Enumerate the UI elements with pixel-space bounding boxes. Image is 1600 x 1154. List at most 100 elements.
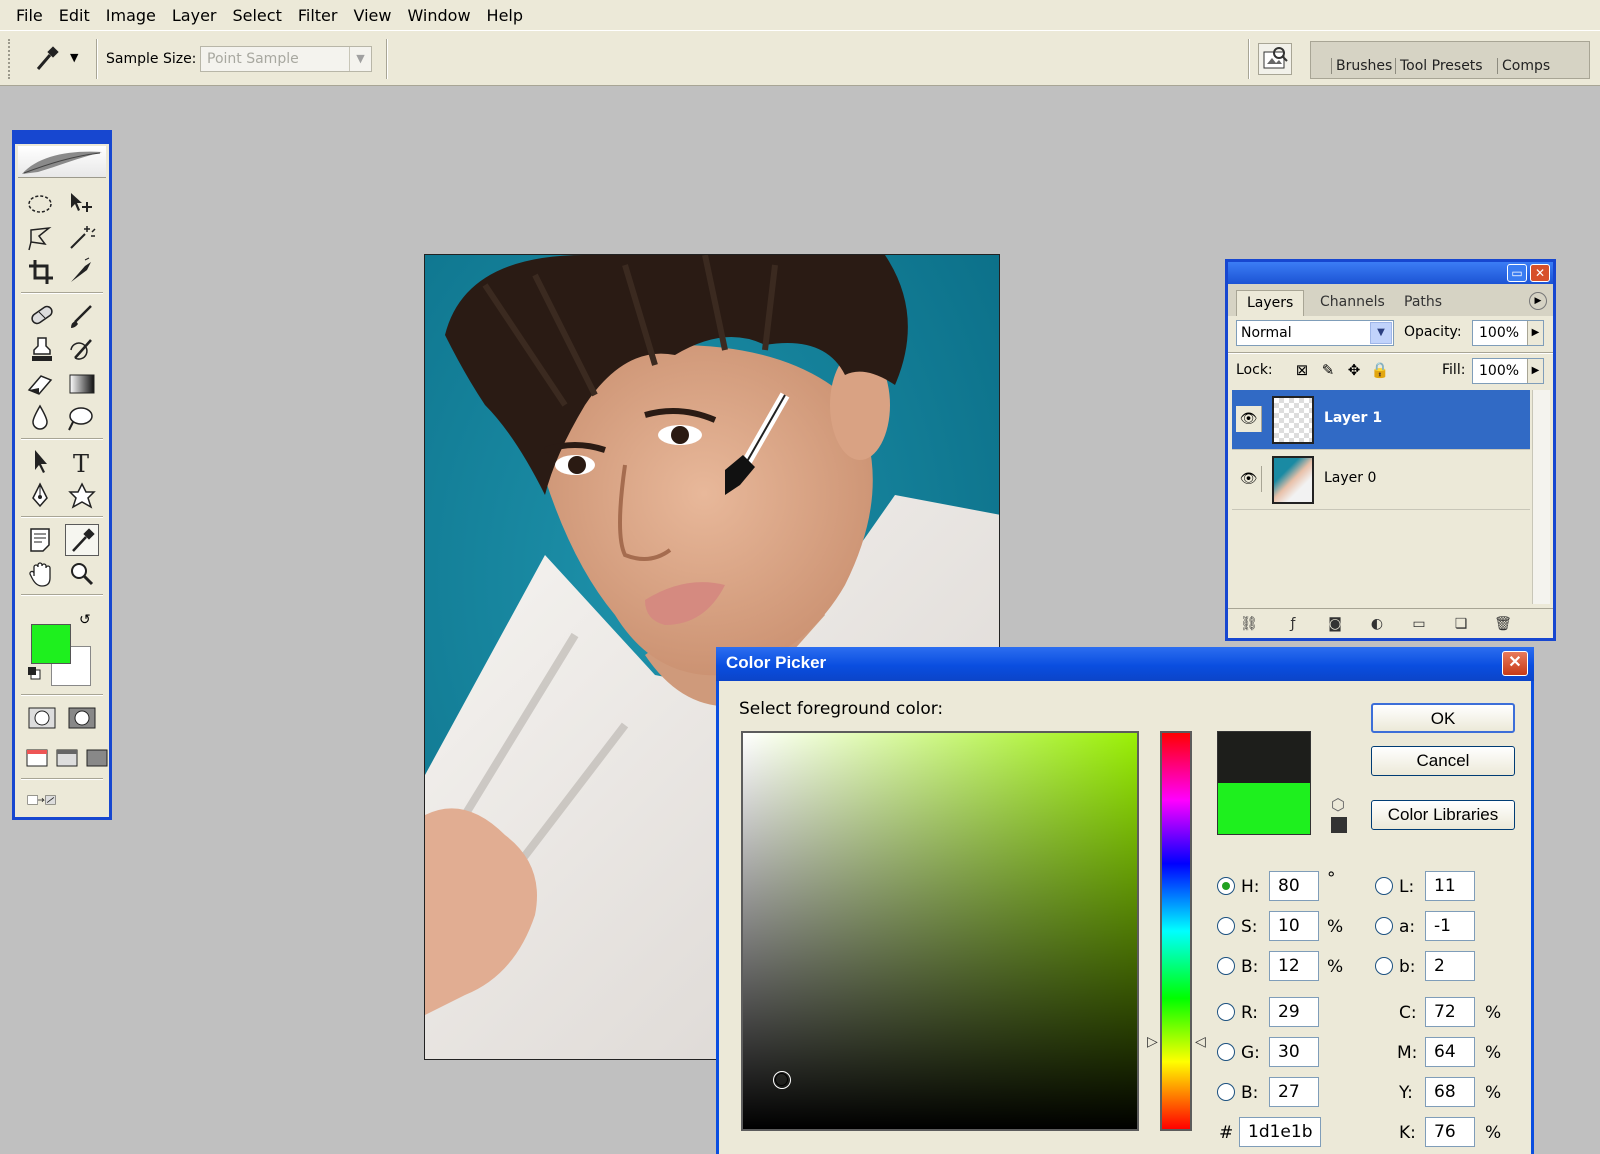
history-brush-icon[interactable] [65, 334, 99, 366]
radio-blue[interactable] [1217, 1083, 1235, 1101]
lab-b-input[interactable]: 2 [1425, 951, 1475, 981]
eye-icon[interactable]: 👁 [1236, 466, 1262, 492]
layer-list-scrollbar[interactable] [1532, 390, 1550, 604]
menu-view[interactable]: View [345, 6, 399, 25]
web-safe-color-icon[interactable] [1331, 817, 1347, 833]
eyedropper-tool-preset-icon[interactable] [32, 45, 60, 73]
custom-shape-icon[interactable] [65, 480, 99, 512]
minimize-icon[interactable]: ▭ [1507, 264, 1527, 282]
menu-file[interactable]: File [8, 6, 51, 25]
well-tab-comps[interactable]: Comps [1497, 58, 1550, 74]
g-input[interactable]: 30 [1269, 1037, 1319, 1067]
hue-slider-right-arrow-icon[interactable]: ◁ [1195, 1034, 1206, 1050]
hex-input[interactable]: 1d1e1b [1239, 1117, 1321, 1147]
gradient-icon[interactable] [65, 368, 99, 400]
hue-slider-left-arrow-icon[interactable]: ▷ [1147, 1034, 1158, 1050]
menu-layer[interactable]: Layer [164, 6, 225, 25]
eraser-icon[interactable] [25, 368, 59, 400]
radio-h[interactable] [1217, 877, 1235, 895]
lock-position-icon[interactable]: ✥ [1344, 360, 1364, 380]
radio-s[interactable] [1217, 917, 1235, 935]
radio-b[interactable] [1217, 957, 1235, 975]
hue-slider[interactable] [1160, 731, 1192, 1131]
palette-menu-icon[interactable]: ▶ [1529, 292, 1547, 310]
k-input[interactable]: 76 [1425, 1117, 1475, 1147]
move-icon[interactable] [65, 188, 99, 220]
radio-g[interactable] [1217, 1043, 1235, 1061]
lock-transparency-icon[interactable]: ⊠ [1292, 360, 1312, 380]
color-libraries-button[interactable]: Color Libraries [1371, 800, 1515, 830]
c-input[interactable]: 72 [1425, 997, 1475, 1027]
full-screen-menu-mode-icon[interactable] [51, 742, 79, 774]
radio-l[interactable] [1375, 877, 1393, 895]
tab-channels[interactable]: Channels [1310, 290, 1395, 316]
eyedropper-icon[interactable] [65, 524, 99, 556]
new-group-icon[interactable]: ▭ [1408, 615, 1430, 633]
l-input[interactable]: 11 [1425, 871, 1475, 901]
blue-input[interactable]: 27 [1269, 1077, 1319, 1107]
quick-mask-mode-icon[interactable] [65, 702, 99, 734]
color-field-cursor[interactable] [773, 1071, 791, 1089]
slice-icon[interactable] [65, 256, 99, 288]
adobe-feather-logo[interactable] [18, 146, 106, 178]
file-browser-icon[interactable] [1258, 43, 1292, 75]
menu-edit[interactable]: Edit [51, 6, 98, 25]
layer-row[interactable]: 👁 Layer 1 [1232, 390, 1530, 450]
link-layers-icon[interactable]: ⛓ [1238, 615, 1260, 633]
dodge-icon[interactable] [65, 402, 99, 434]
chevron-right-icon[interactable]: ▶ [1527, 359, 1543, 383]
crop-icon[interactable] [25, 256, 59, 288]
healing-brush-icon[interactable] [25, 300, 59, 332]
close-icon[interactable]: ✕ [1502, 651, 1528, 676]
r-input[interactable]: 29 [1269, 997, 1319, 1027]
cancel-button[interactable]: Cancel [1371, 746, 1515, 776]
brush-icon[interactable] [65, 300, 99, 332]
swap-colors-icon[interactable]: ↺ [79, 612, 91, 628]
a-input[interactable]: -1 [1425, 911, 1475, 941]
new-layer-icon[interactable]: ❏ [1450, 615, 1472, 633]
radio-a[interactable] [1375, 917, 1393, 935]
ok-button[interactable]: OK [1371, 703, 1515, 733]
radio-lab-b[interactable] [1375, 957, 1393, 975]
hand-icon[interactable] [25, 558, 59, 590]
foreground-color-swatch[interactable] [31, 624, 71, 664]
layers-panel-titlebar[interactable]: ▭ ✕ [1228, 262, 1553, 284]
pen-icon[interactable] [25, 480, 59, 512]
path-selection-icon[interactable] [25, 446, 59, 478]
brightness-input[interactable]: 12 [1269, 951, 1319, 981]
add-mask-icon[interactable]: ◙ [1324, 615, 1346, 633]
menu-select[interactable]: Select [224, 6, 289, 25]
eye-icon[interactable]: 👁 [1236, 406, 1262, 432]
blur-icon[interactable] [25, 402, 59, 434]
clone-stamp-icon[interactable] [25, 334, 59, 366]
s-input[interactable]: 10 [1269, 911, 1319, 941]
layer-row[interactable]: 👁 Layer 0 [1232, 450, 1530, 510]
radio-r[interactable] [1217, 1003, 1235, 1021]
color-picker-titlebar[interactable]: Color Picker ✕ [716, 647, 1534, 681]
y-input[interactable]: 68 [1425, 1077, 1475, 1107]
h-input[interactable]: 80 [1269, 871, 1319, 901]
elliptical-marquee-icon[interactable] [25, 188, 59, 220]
trash-icon[interactable]: 🗑 [1492, 615, 1514, 633]
opacity-input[interactable]: 100% ▶ [1472, 320, 1544, 346]
current-color-swatch[interactable] [1217, 783, 1311, 835]
well-tab-tool-presets[interactable]: Tool Presets [1395, 58, 1483, 74]
type-icon[interactable]: T [65, 446, 99, 478]
adjustment-layer-icon[interactable]: ◐ [1366, 615, 1388, 633]
menu-image[interactable]: Image [98, 6, 164, 25]
menu-filter[interactable]: Filter [290, 6, 346, 25]
options-bar-grip[interactable] [8, 39, 12, 79]
color-field[interactable] [741, 731, 1139, 1131]
out-of-gamut-icon[interactable]: ⬡ [1331, 795, 1345, 814]
lasso-icon[interactable] [25, 222, 59, 254]
well-tab-brushes[interactable]: Brushes [1331, 58, 1392, 74]
zoom-icon[interactable] [65, 558, 99, 590]
blend-mode-select[interactable]: Normal ▼ [1236, 320, 1394, 346]
menu-help[interactable]: Help [479, 6, 531, 25]
chevron-right-icon[interactable]: ▶ [1527, 321, 1543, 345]
full-screen-mode-icon[interactable] [81, 742, 109, 774]
default-colors-icon[interactable] [27, 666, 41, 680]
jump-to-imageready-icon[interactable] [25, 784, 105, 816]
menu-window[interactable]: Window [399, 6, 478, 25]
layer-style-icon[interactable]: ƒ [1282, 615, 1304, 633]
